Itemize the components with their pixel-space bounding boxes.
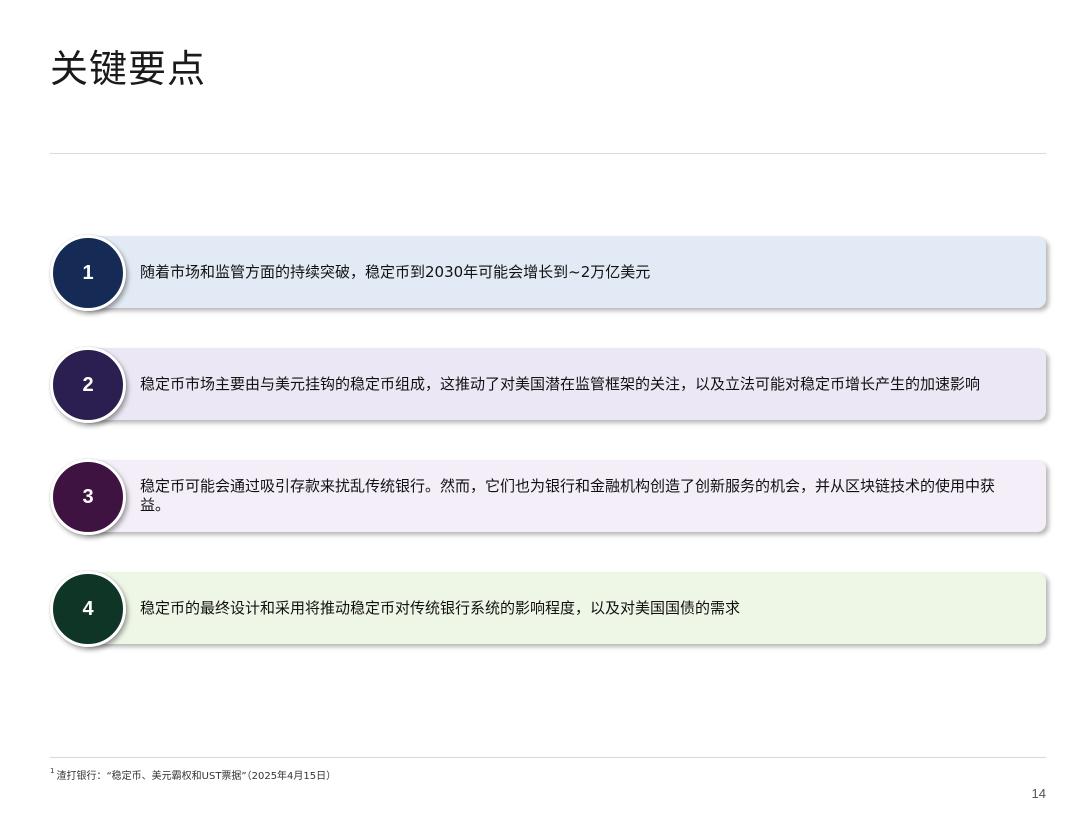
footnote-divider — [50, 757, 1046, 758]
key-point-3: 3 稳定币可能会通过吸引存款来扰乱传统银行。然而，它们也为银行和金融机构创造了创… — [50, 459, 1046, 535]
number-badge-label: 4 — [82, 597, 94, 620]
number-badge: 3 — [50, 459, 126, 535]
key-point-text: 随着市场和监管方面的持续突破，稳定币到2030年可能会增长到~2万亿美元 — [140, 262, 651, 281]
number-badge-label: 1 — [82, 261, 94, 284]
key-point-text: 稳定币的最终设计和采用将推动稳定币对传统银行系统的影响程度，以及对美国国债的需求 — [140, 598, 741, 617]
number-badge-label: 2 — [82, 373, 94, 396]
number-badge: 4 — [50, 571, 126, 647]
key-point-1: 1 随着市场和监管方面的持续突破，稳定币到2030年可能会增长到~2万亿美元 — [50, 235, 1046, 311]
key-point-text: 稳定币市场主要由与美元挂钩的稳定币组成，这推动了对美国潜在监管框架的关注，以及立… — [140, 374, 981, 393]
footnote-text: 渣打银行：“稳定币、美元霸权和UST票据”（2025年4月15日） — [56, 771, 337, 782]
page-number: 14 — [1031, 786, 1046, 801]
key-point-text: 稳定币可能会通过吸引存款来扰乱传统银行。然而，它们也为银行和金融机构创造了创新服… — [140, 477, 996, 514]
number-badge-label: 3 — [82, 485, 94, 508]
title-divider — [50, 153, 1046, 154]
footnote-marker: 1 — [50, 767, 55, 775]
number-badge: 1 — [50, 235, 126, 311]
footnote: 1 渣打银行：“稳定币、美元霸权和UST票据”（2025年4月15日） — [50, 767, 336, 782]
page-title: 关键要点 — [50, 47, 207, 91]
key-point-2: 2 稳定币市场主要由与美元挂钩的稳定币组成，这推动了对美国潜在监管框架的关注，以… — [50, 347, 1046, 423]
key-point-4: 4 稳定币的最终设计和采用将推动稳定币对传统银行系统的影响程度，以及对美国国债的… — [50, 571, 1046, 647]
number-badge: 2 — [50, 347, 126, 423]
